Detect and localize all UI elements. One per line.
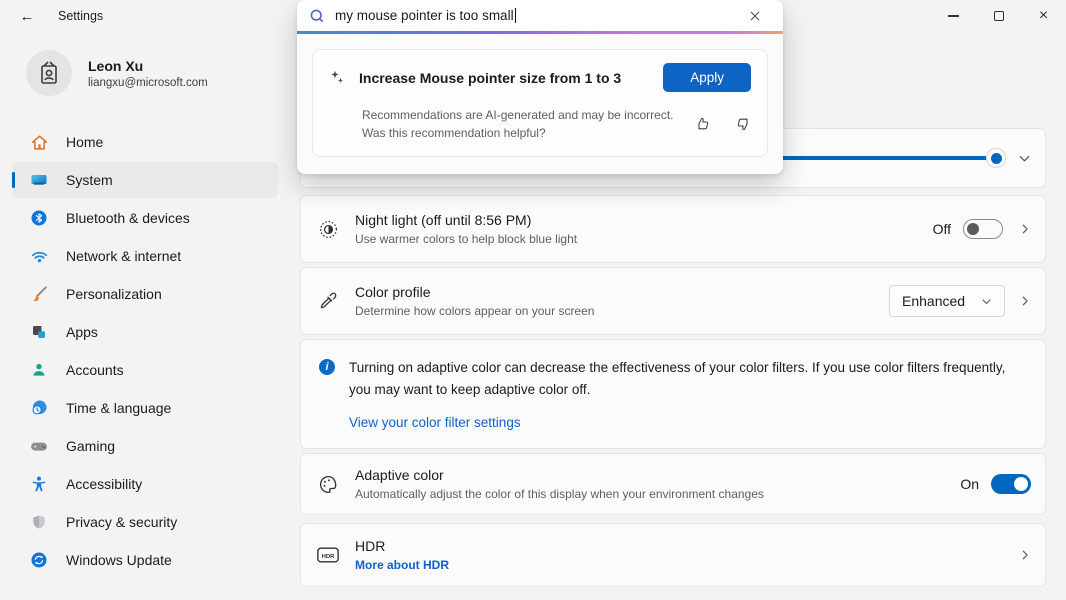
sidebar-item-personalization[interactable]: Personalization <box>12 276 278 312</box>
notice-text: Turning on adaptive color can decrease t… <box>349 357 1021 400</box>
hdr-icon: HDR <box>317 544 339 566</box>
sidebar-item-network-internet[interactable]: Network & internet <box>12 238 278 274</box>
toggle-knob <box>967 223 979 235</box>
night-light-title: Night light (off until 8:56 PM) <box>355 212 577 228</box>
update-icon <box>29 550 49 570</box>
sidebar: Leon Xu liangxu@microsoft.com Home Syste… <box>0 32 290 600</box>
search-input[interactable]: my mouse pointer is too small <box>335 8 516 23</box>
accessibility-person-icon <box>29 474 49 494</box>
thumbs-up-button[interactable] <box>695 116 711 132</box>
chevron-right-icon <box>1019 223 1031 235</box>
thumbs-up-icon <box>695 116 711 132</box>
color-profile-chevron[interactable] <box>1019 295 1031 307</box>
adaptive-color-notice: i Turning on adaptive color can decrease… <box>300 339 1046 449</box>
night-light-toggle-label: Off <box>933 221 951 237</box>
display-settings-panel: Night light (off until 8:56 PM) Use warm… <box>300 128 1046 587</box>
back-button[interactable]: ← <box>8 1 46 31</box>
adaptive-color-subtitle: Automatically adjust the color of this d… <box>355 487 764 501</box>
color-profile-selected-value: Enhanced <box>902 293 965 309</box>
sidebar-item-privacy-security[interactable]: Privacy & security <box>12 504 278 540</box>
adaptive-color-title: Adaptive color <box>355 467 764 483</box>
search-clear-button[interactable] <box>749 10 771 22</box>
adaptive-color-toggle-label: On <box>960 476 979 492</box>
recommendation-disclaimer: Recommendations are AI-generated and may… <box>362 106 695 142</box>
chevron-right-icon <box>1019 549 1031 561</box>
close-button[interactable]: × <box>1021 0 1066 32</box>
chevron-down-icon <box>1018 152 1031 165</box>
slider-thumb[interactable] <box>986 148 1006 168</box>
minimize-icon <box>948 15 959 16</box>
color-profile-title: Color profile <box>355 284 594 300</box>
maximize-icon <box>994 11 1004 21</box>
shield-icon <box>29 512 49 532</box>
recommendation-card: Increase Mouse pointer size from 1 to 3 … <box>312 49 768 157</box>
sparkle-icon <box>329 69 346 86</box>
apps-icon <box>29 322 49 342</box>
sidebar-item-bluetooth-devices[interactable]: Bluetooth & devices <box>12 200 278 236</box>
sidebar-item-time-language[interactable]: Time & language <box>12 390 278 426</box>
toggle-knob <box>1014 477 1028 491</box>
color-profile-row[interactable]: Color profile Determine how colors appea… <box>300 267 1046 335</box>
back-arrow-icon: ← <box>20 8 35 25</box>
search-flyout: my mouse pointer is too small Increase M… <box>297 0 783 174</box>
hdr-title: HDR <box>355 538 449 554</box>
brush-icon <box>29 284 49 304</box>
close-icon: × <box>1039 8 1048 24</box>
adaptive-color-toggle[interactable] <box>991 474 1031 494</box>
minimize-button[interactable] <box>931 0 976 32</box>
sidebar-item-windows-update[interactable]: Windows Update <box>12 542 278 578</box>
sidebar-item-apps[interactable]: Apps <box>12 314 278 350</box>
color-filter-settings-link[interactable]: View your color filter settings <box>349 415 521 430</box>
search-icon <box>309 8 325 24</box>
wifi-icon <box>29 246 49 266</box>
sidebar-item-home[interactable]: Home <box>12 124 278 160</box>
hdr-row[interactable]: HDR HDR More about HDR <box>300 523 1046 587</box>
thumbs-down-button[interactable] <box>735 116 751 132</box>
expand-button[interactable] <box>1018 152 1031 165</box>
more-about-hdr-link[interactable]: More about HDR <box>355 558 449 572</box>
clock-globe-icon <box>29 398 49 418</box>
select-chevron <box>981 296 992 307</box>
profile-name: Leon Xu <box>88 58 208 74</box>
recommendation-title: Increase Mouse pointer size from 1 to 3 <box>359 70 621 86</box>
night-light-icon <box>317 218 339 240</box>
person-icon <box>29 360 49 380</box>
close-icon <box>749 10 761 22</box>
maximize-button[interactable] <box>976 0 1021 32</box>
eyedropper-icon <box>317 290 339 312</box>
chevron-right-icon <box>1019 295 1031 307</box>
info-icon: i <box>319 359 335 375</box>
system-icon <box>29 170 49 190</box>
window-controls: × <box>931 0 1066 32</box>
thumbs-down-icon <box>735 116 751 132</box>
svg-text:HDR: HDR <box>322 554 336 560</box>
chevron-down-icon <box>981 296 992 307</box>
user-profile[interactable]: Leon Xu liangxu@microsoft.com <box>26 50 290 96</box>
avatar <box>26 50 72 96</box>
sidebar-nav: Home System Bluetooth & devices Network … <box>0 124 290 578</box>
gamepad-icon <box>29 436 49 456</box>
color-profile-subtitle: Determine how colors appear on your scre… <box>355 304 594 318</box>
sidebar-item-accounts[interactable]: Accounts <box>12 352 278 388</box>
window-title: Settings <box>58 9 103 23</box>
home-icon <box>29 132 49 152</box>
night-light-row[interactable]: Night light (off until 8:56 PM) Use warm… <box>300 195 1046 263</box>
bluetooth-icon <box>29 208 49 228</box>
contact-card-icon <box>36 60 62 86</box>
night-light-chevron[interactable] <box>1019 223 1031 235</box>
night-light-toggle[interactable] <box>963 219 1003 239</box>
text-caret <box>515 8 516 23</box>
adaptive-color-row: Adaptive color Automatically adjust the … <box>300 453 1046 515</box>
color-profile-select[interactable]: Enhanced <box>889 285 1005 317</box>
apply-button[interactable]: Apply <box>663 63 751 92</box>
profile-email: liangxu@microsoft.com <box>88 77 208 89</box>
sidebar-item-accessibility[interactable]: Accessibility <box>12 466 278 502</box>
palette-icon <box>317 473 339 495</box>
sidebar-item-system[interactable]: System <box>12 162 278 198</box>
search-bar[interactable]: my mouse pointer is too small <box>297 0 783 31</box>
sidebar-item-gaming[interactable]: Gaming <box>12 428 278 464</box>
night-light-subtitle: Use warmer colors to help block blue lig… <box>355 232 577 246</box>
hdr-chevron[interactable] <box>1019 549 1031 561</box>
